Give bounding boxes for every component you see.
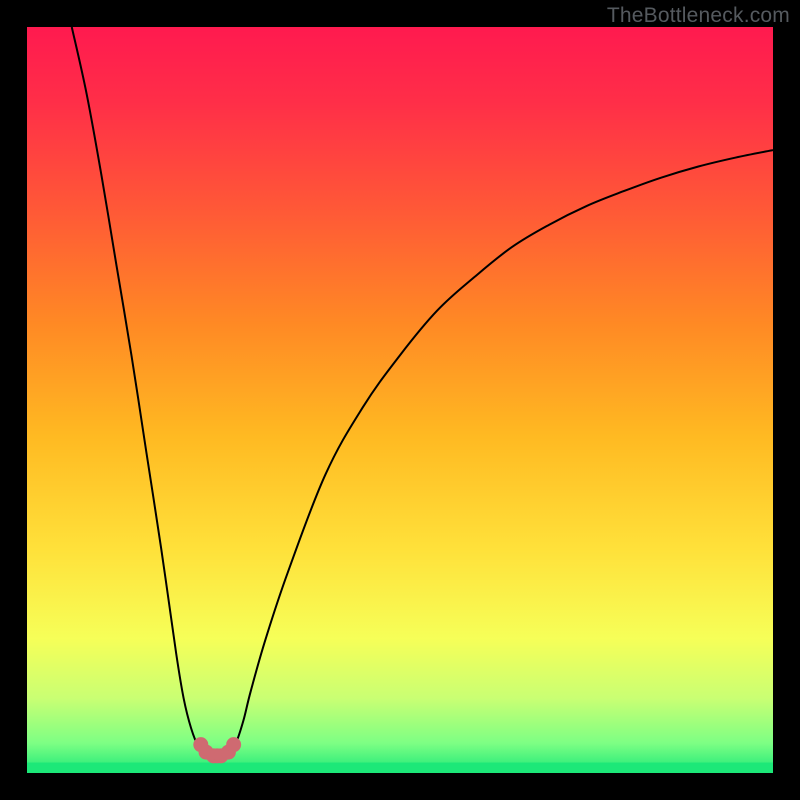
trough-dot	[226, 737, 241, 752]
curve-left-branch	[72, 27, 206, 754]
green-baseline	[27, 763, 773, 773]
plot-area	[27, 27, 773, 773]
watermark-text: TheBottleneck.com	[607, 4, 790, 28]
trough-dots	[193, 737, 241, 763]
chart-frame: TheBottleneck.com	[0, 0, 800, 800]
curve-right-branch	[228, 150, 773, 754]
curve-layer	[27, 27, 773, 773]
